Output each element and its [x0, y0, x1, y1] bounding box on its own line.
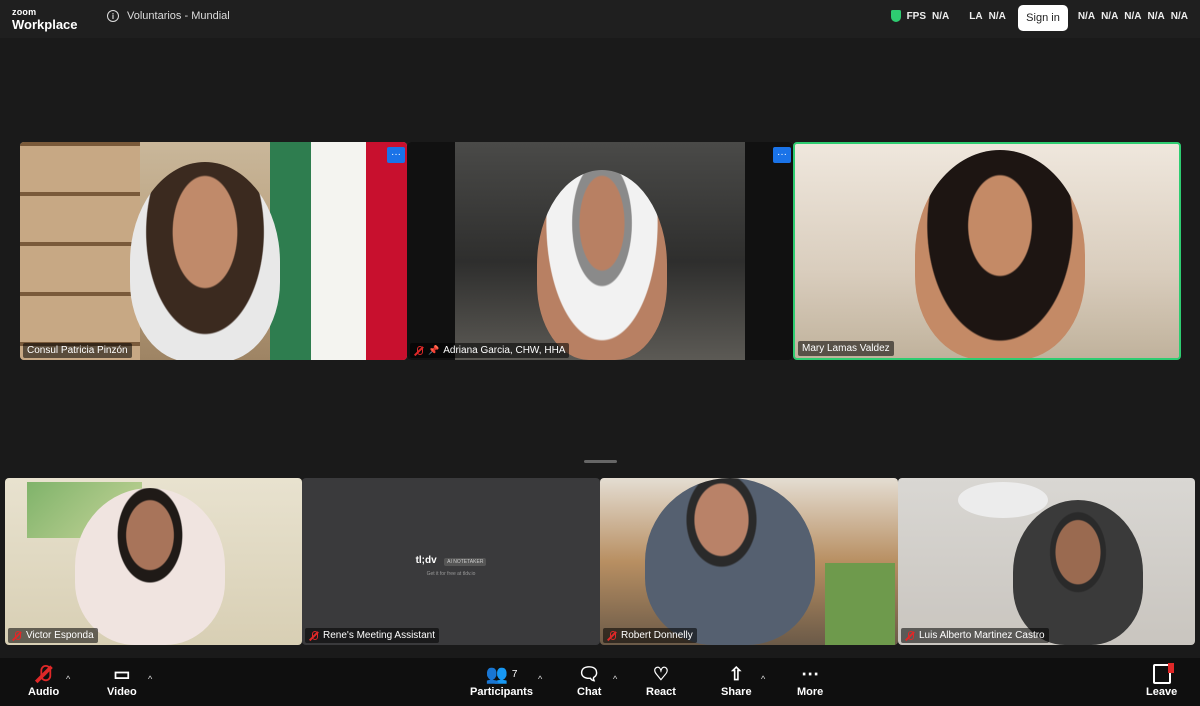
stat-fps: FPS	[906, 10, 927, 22]
video-tile-robert[interactable]: Robert Donnelly	[600, 478, 898, 645]
audio-button[interactable]: Audio	[28, 662, 59, 698]
resize-handle[interactable]	[584, 460, 617, 463]
participant-name: Robert Donnelly	[621, 630, 693, 641]
participants-icon: 👥 7	[485, 663, 518, 684]
share-screen-icon: ⇧	[728, 663, 744, 684]
more-label: More	[797, 686, 824, 698]
video-tile-rene-assistant[interactable]: tl;dv AI NOTETAKER Get it for free at tl…	[302, 478, 600, 645]
meeting-toolbar: Audio ^ ▭ Video ^ 👥 7 Participants ^ 🗨 Ch…	[0, 658, 1200, 706]
leave-icon	[1152, 662, 1174, 686]
logo-line2: Workplace	[12, 17, 78, 32]
video-tile-luis[interactable]: Luis Alberto Martinez Castro	[898, 478, 1195, 645]
ceiling-fan	[958, 482, 1048, 518]
participant-video	[537, 170, 667, 360]
stat-5: N/A	[1101, 10, 1119, 22]
shield-icon	[890, 10, 901, 22]
video-button[interactable]: ▭ Video	[107, 662, 137, 699]
participant-name: Consul Patricia Pinzón	[27, 345, 128, 356]
more-button[interactable]: ⋯ More	[797, 662, 824, 699]
meeting-info[interactable]: i Voluntarios - Mundial	[107, 10, 230, 22]
stat-2: LA	[969, 10, 983, 22]
tldv-subtitle: Get it for free at tldv.io	[426, 571, 476, 577]
share-button[interactable]: ⇧ Share	[721, 662, 752, 699]
heart-icon: ♡	[652, 663, 670, 684]
chat-button[interactable]: 🗨 Chat	[577, 662, 602, 699]
participant-label: Rene's Meeting Assistant	[305, 628, 439, 643]
share-label: Share	[721, 686, 752, 698]
participants-options-caret[interactable]: ^	[538, 674, 542, 684]
video-tile-mary[interactable]: Mary Lamas Valdez	[793, 142, 1181, 360]
participants-label: Participants	[470, 686, 533, 698]
video-options-caret[interactable]: ^	[148, 674, 152, 684]
mic-muted-icon	[12, 630, 22, 641]
mic-muted-icon	[414, 345, 424, 356]
audio-label: Audio	[28, 686, 60, 698]
participant-label: Luis Alberto Martinez Castro	[901, 628, 1049, 643]
chat-options-caret[interactable]: ^	[613, 674, 617, 684]
mic-muted-icon	[309, 630, 319, 641]
participant-label: Robert Donnelly	[603, 628, 697, 643]
sign-in-button[interactable]: Sign in	[1018, 5, 1068, 31]
tldv-logo: tl;dv	[415, 555, 437, 566]
meeting-title: Voluntarios - Mundial	[127, 10, 230, 22]
camera-icon: ▭	[113, 663, 131, 684]
participant-name: Mary Lamas Valdez	[802, 343, 890, 354]
participant-label: 📌 Adriana Garcia, CHW, HHA	[410, 343, 570, 358]
stat-1: N/A	[932, 10, 950, 22]
window-view	[825, 563, 895, 645]
tldv-tag: AI NOTETAKER	[444, 558, 487, 566]
participants-count: 7	[511, 668, 518, 680]
participant-name: Luis Alberto Martinez Castro	[919, 630, 1045, 641]
logo-line1: zoom	[12, 7, 37, 17]
mic-muted-icon	[905, 630, 915, 641]
mic-muted-icon	[607, 630, 617, 641]
react-label: React	[646, 686, 676, 698]
share-options-caret[interactable]: ^	[761, 674, 765, 684]
tldv-card: tl;dv AI NOTETAKER Get it for free at tl…	[302, 550, 600, 577]
title-bar: zoom Workplace i Voluntarios - Mundial F…	[0, 0, 1200, 38]
leave-button[interactable]: Leave	[1146, 662, 1177, 698]
participant-label: Victor Esponda	[8, 628, 98, 643]
info-icon[interactable]: i	[107, 10, 119, 22]
stat-7: N/A	[1147, 10, 1165, 22]
stat-4: N/A	[1077, 10, 1096, 22]
stat-8: N/A	[1170, 10, 1188, 22]
audio-options-caret[interactable]: ^	[66, 674, 70, 684]
video-tile-adriana[interactable]: ··· 📌 Adriana Garcia, CHW, HHA	[407, 142, 793, 360]
more-icon: ⋯	[801, 663, 820, 684]
video-stage: ··· Consul Patricia Pinzón ··· 📌 Adriana…	[0, 38, 1200, 658]
microphone-muted-icon	[39, 662, 51, 686]
participant-video	[915, 150, 1085, 358]
pin-icon: 📌	[428, 345, 440, 355]
participant-video	[130, 162, 280, 360]
zoom-logo: zoom Workplace	[12, 7, 78, 32]
participant-video	[645, 478, 815, 645]
participant-video	[75, 488, 225, 645]
stat-3: N/A	[988, 10, 1006, 22]
video-tile-victor[interactable]: Victor Esponda	[5, 478, 302, 645]
bookshelf	[20, 142, 140, 360]
mexico-flag	[270, 142, 407, 360]
stat-6: N/A	[1124, 10, 1142, 22]
react-button[interactable]: ♡ React	[646, 662, 676, 699]
chat-icon: 🗨	[577, 663, 601, 684]
participant-video	[1013, 500, 1143, 645]
leave-label: Leave	[1146, 686, 1178, 698]
more-options-button[interactable]: ···	[773, 147, 791, 163]
participant-label: Mary Lamas Valdez	[798, 341, 894, 356]
participant-name: Victor Esponda	[26, 630, 94, 641]
chat-label: Chat	[577, 686, 602, 698]
participants-button[interactable]: 👥 7 Participants	[470, 662, 533, 699]
video-tile-patricia[interactable]: ··· Consul Patricia Pinzón	[20, 142, 407, 360]
participant-name: Adriana Garcia, CHW, HHA	[443, 345, 566, 356]
participant-label: Consul Patricia Pinzón	[23, 343, 132, 358]
more-options-button[interactable]: ···	[387, 147, 405, 163]
video-label: Video	[107, 686, 137, 698]
participant-name: Rene's Meeting Assistant	[323, 630, 435, 641]
